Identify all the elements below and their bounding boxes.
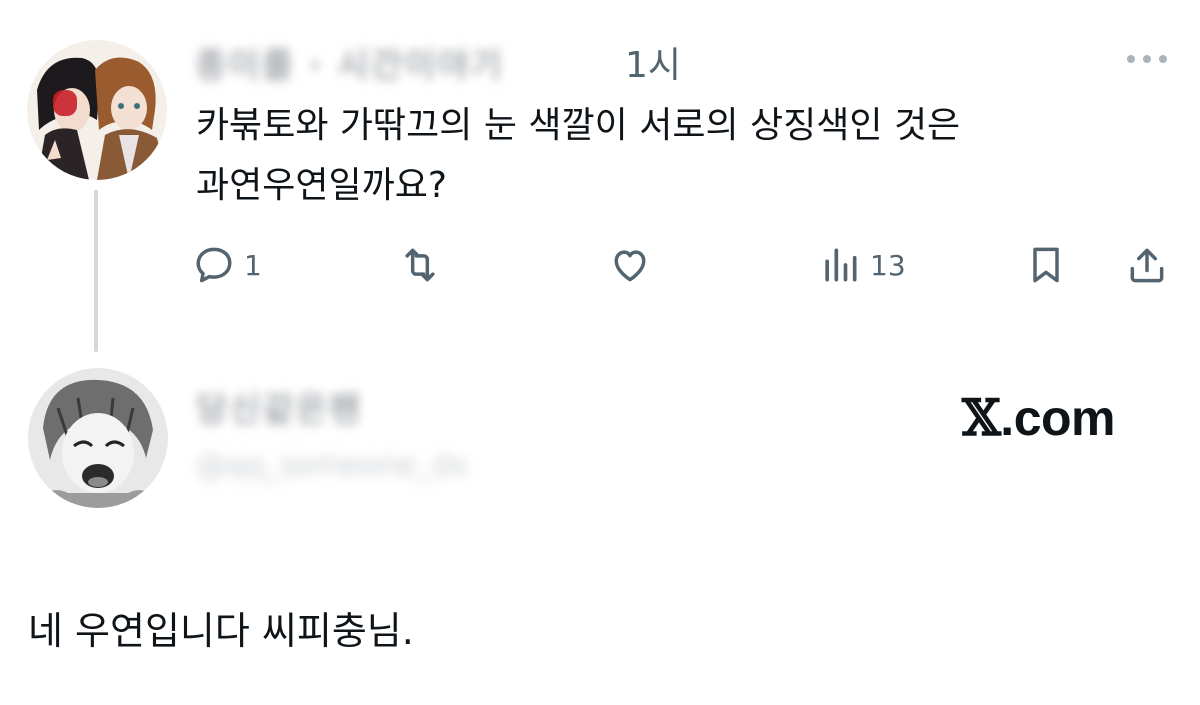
views-count: 13	[870, 248, 906, 282]
thread-connector-line	[94, 190, 98, 352]
avatar[interactable]	[27, 40, 167, 180]
reply-icon	[196, 247, 232, 283]
bookmark-icon	[1033, 247, 1059, 283]
share-button[interactable]	[1125, 240, 1169, 290]
author-name[interactable]: 종이를 · 시간이야기	[195, 38, 504, 87]
bookmark-button[interactable]	[1024, 240, 1068, 290]
x-com-watermark: 𝕏.com	[962, 388, 1115, 447]
more-icon[interactable]	[1125, 42, 1169, 77]
views-chart-icon	[825, 248, 857, 282]
avatar-illustration	[27, 40, 167, 180]
author-handle[interactable]: @qq_someone_dx	[196, 448, 468, 483]
tweet-text-line: 과연우연일까요?	[196, 165, 447, 206]
author-name[interactable]: 당신같은팬	[196, 382, 362, 431]
avatar[interactable]	[28, 368, 168, 508]
views-button[interactable]: 13	[818, 240, 906, 290]
retweet-icon	[405, 248, 435, 282]
reply-count: 1	[244, 248, 262, 282]
tweet-text: 카붂토와 가딲끄의 눈 색깔이 서로의 상징색인 것은 과연우연일까요?	[196, 96, 1156, 216]
x-logo-icon: 𝕏	[962, 388, 1001, 447]
heart-icon	[614, 250, 646, 282]
watermark-domain: .com	[1000, 390, 1115, 446]
tweet-timestamp[interactable]: 1시	[625, 36, 681, 88]
reply-text: 네 우연입니다 씨피충님.	[28, 609, 414, 653]
reply-button[interactable]: 1	[192, 240, 262, 290]
like-button[interactable]	[608, 240, 652, 290]
avatar-illustration	[28, 368, 168, 508]
retweet-button[interactable]	[398, 240, 442, 290]
tweet-text-line: 카붂토와 가딲끄의 눈 색깔이 서로의 상징색인 것은	[196, 105, 961, 146]
share-icon	[1130, 248, 1164, 283]
